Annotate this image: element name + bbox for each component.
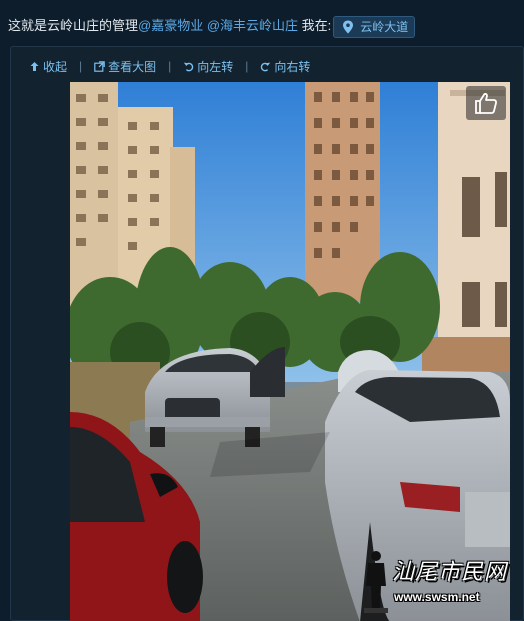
watermark-title: 汕尾市民网 [392,560,508,585]
enlarge-icon [94,60,105,72]
view-large-button[interactable]: 查看大图 [94,58,156,75]
post-text-before: 这就是云岭山庄的管理 [8,18,139,33]
rotate-left-icon [184,62,194,71]
rotate-left-button[interactable]: 向左转 [183,58,233,75]
location-chip[interactable]: 云岭大道 [333,15,416,38]
like-button[interactable] [466,86,506,120]
thumbs-up-icon [475,93,497,114]
toolbar-separator: | [168,59,172,73]
collapse-label: 收起 [43,59,68,74]
collapse-arrow-icon [30,61,39,71]
rotate-right-button[interactable]: 向右转 [260,58,310,75]
toolbar-separator: | [245,59,249,73]
post-text-after: 我在: [301,18,332,33]
rotate-right-label: 向右转 [274,59,311,74]
mention-jiahao-property[interactable]: @嘉豪物业 [138,18,203,33]
mention-yunling-villa[interactable]: @海丰云岭山庄 [207,18,298,33]
toolbar-separator: | [79,59,83,73]
view-large-label: 查看大图 [108,59,157,74]
location-pin-icon [343,20,354,34]
watermark-logo: 汕尾市民网 www.swsm.net [360,548,510,616]
rotate-right-icon [261,62,271,71]
collapse-button[interactable]: 收起 [29,58,67,75]
parking-lot-photo-scene [70,82,510,621]
image-toolbar: 收起 | 查看大图 | 向左转 | 向右转 [29,57,310,75]
rotate-left-label: 向左转 [197,59,234,74]
watermark-url: www.swsm.net [394,590,480,604]
media-card: 收起 | 查看大图 | 向左转 | 向右转 汕尾市民网 www.swsm.net [10,46,524,621]
post-photo[interactable]: 汕尾市民网 www.swsm.net [70,82,510,621]
standing-figure-icon [364,551,388,613]
location-label: 云岭大道 [360,19,409,34]
post-text: 这就是云岭山庄的管理@嘉豪物业 @海丰云岭山庄 我在: 云岭大道 [8,14,416,38]
